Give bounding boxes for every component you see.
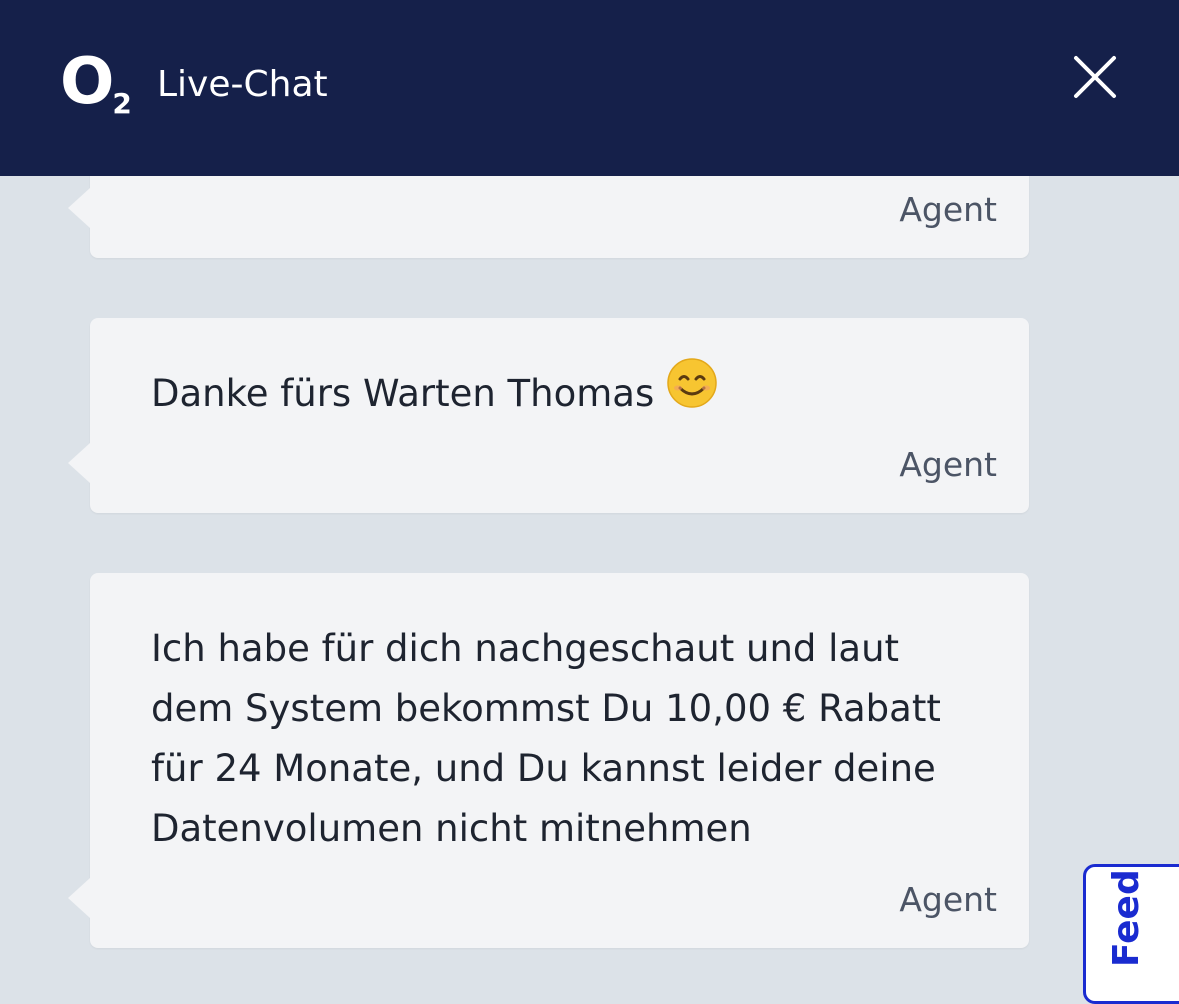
feedback-label: Feedback [1106,864,1147,967]
message-sender: Agent [899,190,997,229]
message-bubble: Danke fürs Warten Thomas Agent [68,318,1029,513]
message-sender: Agent [899,880,997,919]
feedback-tab[interactable]: Feedback [1083,864,1179,1004]
smiling-face-icon [666,357,718,427]
chat-transcript[interactable]: Agent Danke fürs Warten Thomas Agent Ich… [0,176,1179,975]
o2-logo: O2 [60,45,132,120]
message-text: Danke fürs Warten Thomas [151,357,989,427]
chat-header: O2 Live-Chat [0,0,1179,176]
logo-main: O [60,45,114,119]
message-bubble: Ich habe für dich nachgeschaut und laut … [68,573,1029,948]
message-bubble: Agent [68,176,1029,258]
logo-sub: 2 [112,87,132,120]
close-button[interactable] [1066,48,1124,106]
message-text-content: Danke fürs Warten Thomas [151,372,655,415]
message-text: Ich habe für dich nachgeschaut und laut … [151,627,941,850]
header-title: Live-Chat [157,64,328,105]
close-x-icon [1074,56,1116,98]
message-sender: Agent [899,445,997,484]
